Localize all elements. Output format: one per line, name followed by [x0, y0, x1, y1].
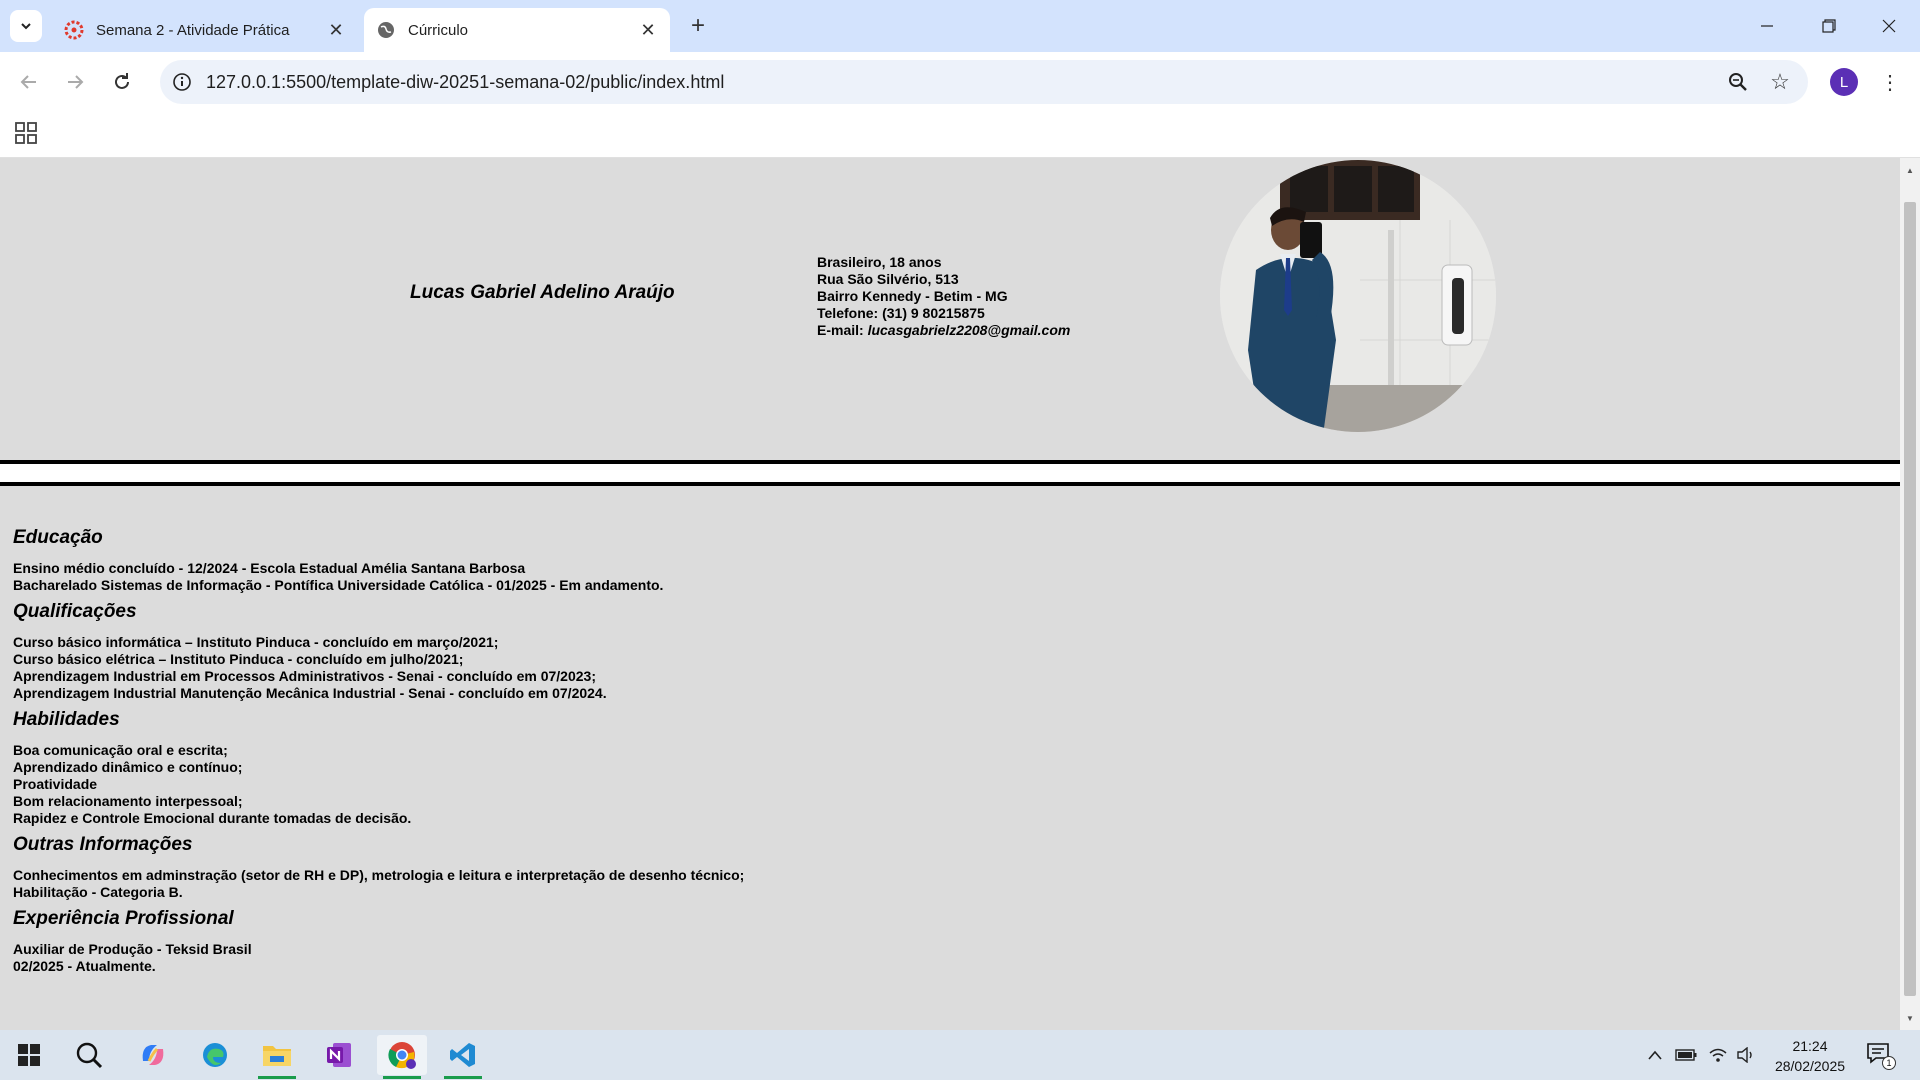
windows-taskbar: 21:24 28/02/2025 1: [0, 1030, 1920, 1080]
list-item: Aprendizado dinâmico e contínuo;: [13, 759, 243, 775]
arrow-left-icon: [20, 75, 36, 89]
section-title: Educação: [13, 527, 103, 548]
section-outras-informacoes: Outras Informações Conhecimentos em admi…: [13, 833, 1813, 901]
more-menu-icon[interactable]: ⋮: [1876, 66, 1904, 98]
page-scrollbar[interactable]: ▲ ▼: [1900, 158, 1920, 1030]
chrome-icon[interactable]: [377, 1035, 427, 1079]
list-item: Curso básico informática – Instituto Pin…: [13, 634, 499, 650]
resume-body: Educação Ensino médio concluído - 12/202…: [13, 526, 1813, 981]
page-content: Lucas Gabriel Adelino Araújo Brasileiro,…: [0, 158, 1900, 1030]
onenote-icon[interactable]: [314, 1035, 364, 1075]
resume-name: Lucas Gabriel Adelino Araújo: [410, 282, 675, 303]
bookmarks-bar: [0, 112, 1920, 158]
tab-title: Cúrriculo: [408, 21, 469, 39]
notification-center-icon[interactable]: 1: [1866, 1042, 1896, 1070]
tab-curriculo[interactable]: Cúrriculo ✕: [364, 8, 670, 52]
scrollbar-thumb[interactable]: [1904, 202, 1916, 996]
tab-semana-2[interactable]: Semana 2 - Atividade Prática ✕: [52, 8, 358, 52]
list-item: Ensino médio concluído - 12/2024 - Escol…: [13, 560, 526, 576]
chevron-down-icon: [21, 23, 31, 30]
address-bar[interactable]: 127.0.0.1:5500/template-diw-20251-semana…: [160, 60, 1808, 104]
clock-time: 21:24: [1792, 1038, 1828, 1054]
contact-email: E-mail: lucasgabrielz2208@gmail.com: [817, 322, 1070, 339]
close-tab-icon[interactable]: ✕: [636, 18, 660, 42]
arrow-right-icon: [68, 75, 84, 89]
section-experiencia: Experiência Profissional Auxiliar de Pro…: [13, 907, 1813, 975]
contact-nationality: Brasileiro, 18 anos: [817, 254, 942, 270]
list-item: Conhecimentos em adminstração (setor de …: [13, 867, 745, 883]
header-divider: [0, 460, 1900, 486]
new-tab-button[interactable]: +: [684, 12, 712, 40]
contact-phone: Telefone: (31) 9 80215875: [817, 305, 985, 321]
email-label: E-mail:: [817, 322, 868, 338]
section-title: Outras Informações: [13, 834, 193, 855]
zoom-icon[interactable]: [1724, 68, 1752, 96]
windows-start-icon[interactable]: [4, 1035, 54, 1075]
vscode-icon[interactable]: [438, 1035, 488, 1079]
list-item: Curso básico elétrica – Instituto Pinduc…: [13, 651, 464, 667]
close-window-button[interactable]: [1866, 8, 1912, 44]
section-title: Habilidades: [13, 709, 120, 730]
list-item: Aprendizagem Industrial Manutenção Mecân…: [13, 685, 607, 701]
section-title: Qualificações: [13, 601, 137, 622]
profile-avatar[interactable]: L: [1830, 68, 1858, 96]
close-icon: [1882, 19, 1896, 33]
list-item: 02/2025 - Atualmente.: [13, 958, 156, 974]
copilot-icon[interactable]: [128, 1035, 178, 1075]
list-item: Habilitação - Categoria B.: [13, 884, 183, 900]
resume-header: Lucas Gabriel Adelino Araújo Brasileiro,…: [0, 158, 1900, 458]
battery-icon[interactable]: [1674, 1045, 1698, 1065]
reload-button[interactable]: [104, 64, 140, 100]
search-icon[interactable]: [64, 1035, 114, 1075]
show-hidden-icons-icon[interactable]: [1644, 1045, 1666, 1065]
contact-address: Rua São Silvério, 513: [817, 271, 959, 287]
section-qualificacoes: Qualificações Curso básico informática –…: [13, 600, 1813, 702]
list-item: Bacharelado Sistemas de Informação - Pon…: [13, 577, 664, 593]
forward-button[interactable]: [57, 64, 93, 100]
contact-info: Brasileiro, 18 anos Rua São Silvério, 51…: [817, 254, 1070, 339]
tab-strip: Semana 2 - Atividade Prática ✕ Cúrriculo…: [0, 0, 1920, 52]
list-item: Auxiliar de Produção - Teksid Brasil: [13, 941, 252, 957]
list-item: Aprendizagem Industrial em Processos Adm…: [13, 668, 596, 684]
globe-icon: [376, 20, 396, 40]
contact-neighborhood: Bairro Kennedy - Betim - MG: [817, 288, 1008, 304]
canvas-logo-icon: [64, 20, 84, 40]
email-value: lucasgabrielz2208@gmail.com: [867, 322, 1071, 338]
system-clock[interactable]: 21:24 28/02/2025: [1762, 1036, 1858, 1076]
minimize-icon: [1761, 25, 1773, 27]
url-text[interactable]: 127.0.0.1:5500/template-diw-20251-semana…: [206, 72, 724, 93]
back-button[interactable]: [11, 64, 47, 100]
wifi-icon[interactable]: [1706, 1045, 1730, 1065]
section-title: Experiência Profissional: [13, 908, 234, 929]
clock-date: 28/02/2025: [1774, 1058, 1846, 1074]
section-educacao: Educação Ensino médio concluído - 12/202…: [13, 526, 1813, 594]
list-item: Boa comunicação oral e escrita;: [13, 742, 228, 758]
list-item: Proatividade: [13, 776, 98, 792]
site-info-icon[interactable]: [168, 68, 196, 96]
close-tab-icon[interactable]: ✕: [324, 18, 348, 42]
notification-count-badge: 1: [1882, 1056, 1896, 1070]
minimize-button[interactable]: [1744, 8, 1790, 44]
reload-icon: [115, 73, 129, 89]
list-item: Rapidez e Controle Emocional durante tom…: [13, 810, 412, 826]
restore-button[interactable]: [1806, 8, 1852, 44]
scroll-down-arrow-icon[interactable]: ▼: [1900, 1010, 1920, 1026]
restore-icon: [1822, 19, 1836, 33]
file-explorer-icon[interactable]: [252, 1035, 302, 1079]
scroll-up-arrow-icon[interactable]: ▲: [1900, 162, 1920, 178]
bookmark-star-icon[interactable]: ☆: [1766, 68, 1794, 96]
browser-toolbar: 127.0.0.1:5500/template-diw-20251-semana…: [0, 52, 1920, 112]
tab-title: Semana 2 - Atividade Prática: [96, 21, 290, 39]
edge-icon[interactable]: [190, 1035, 240, 1075]
tab-search-button[interactable]: [10, 10, 42, 42]
volume-icon[interactable]: [1734, 1045, 1758, 1065]
section-habilidades: Habilidades Boa comunicação oral e escri…: [13, 708, 1813, 827]
profile-photo: [1220, 160, 1496, 432]
list-item: Bom relacionamento interpessoal;: [13, 793, 243, 809]
apps-grid-icon[interactable]: [14, 121, 38, 145]
